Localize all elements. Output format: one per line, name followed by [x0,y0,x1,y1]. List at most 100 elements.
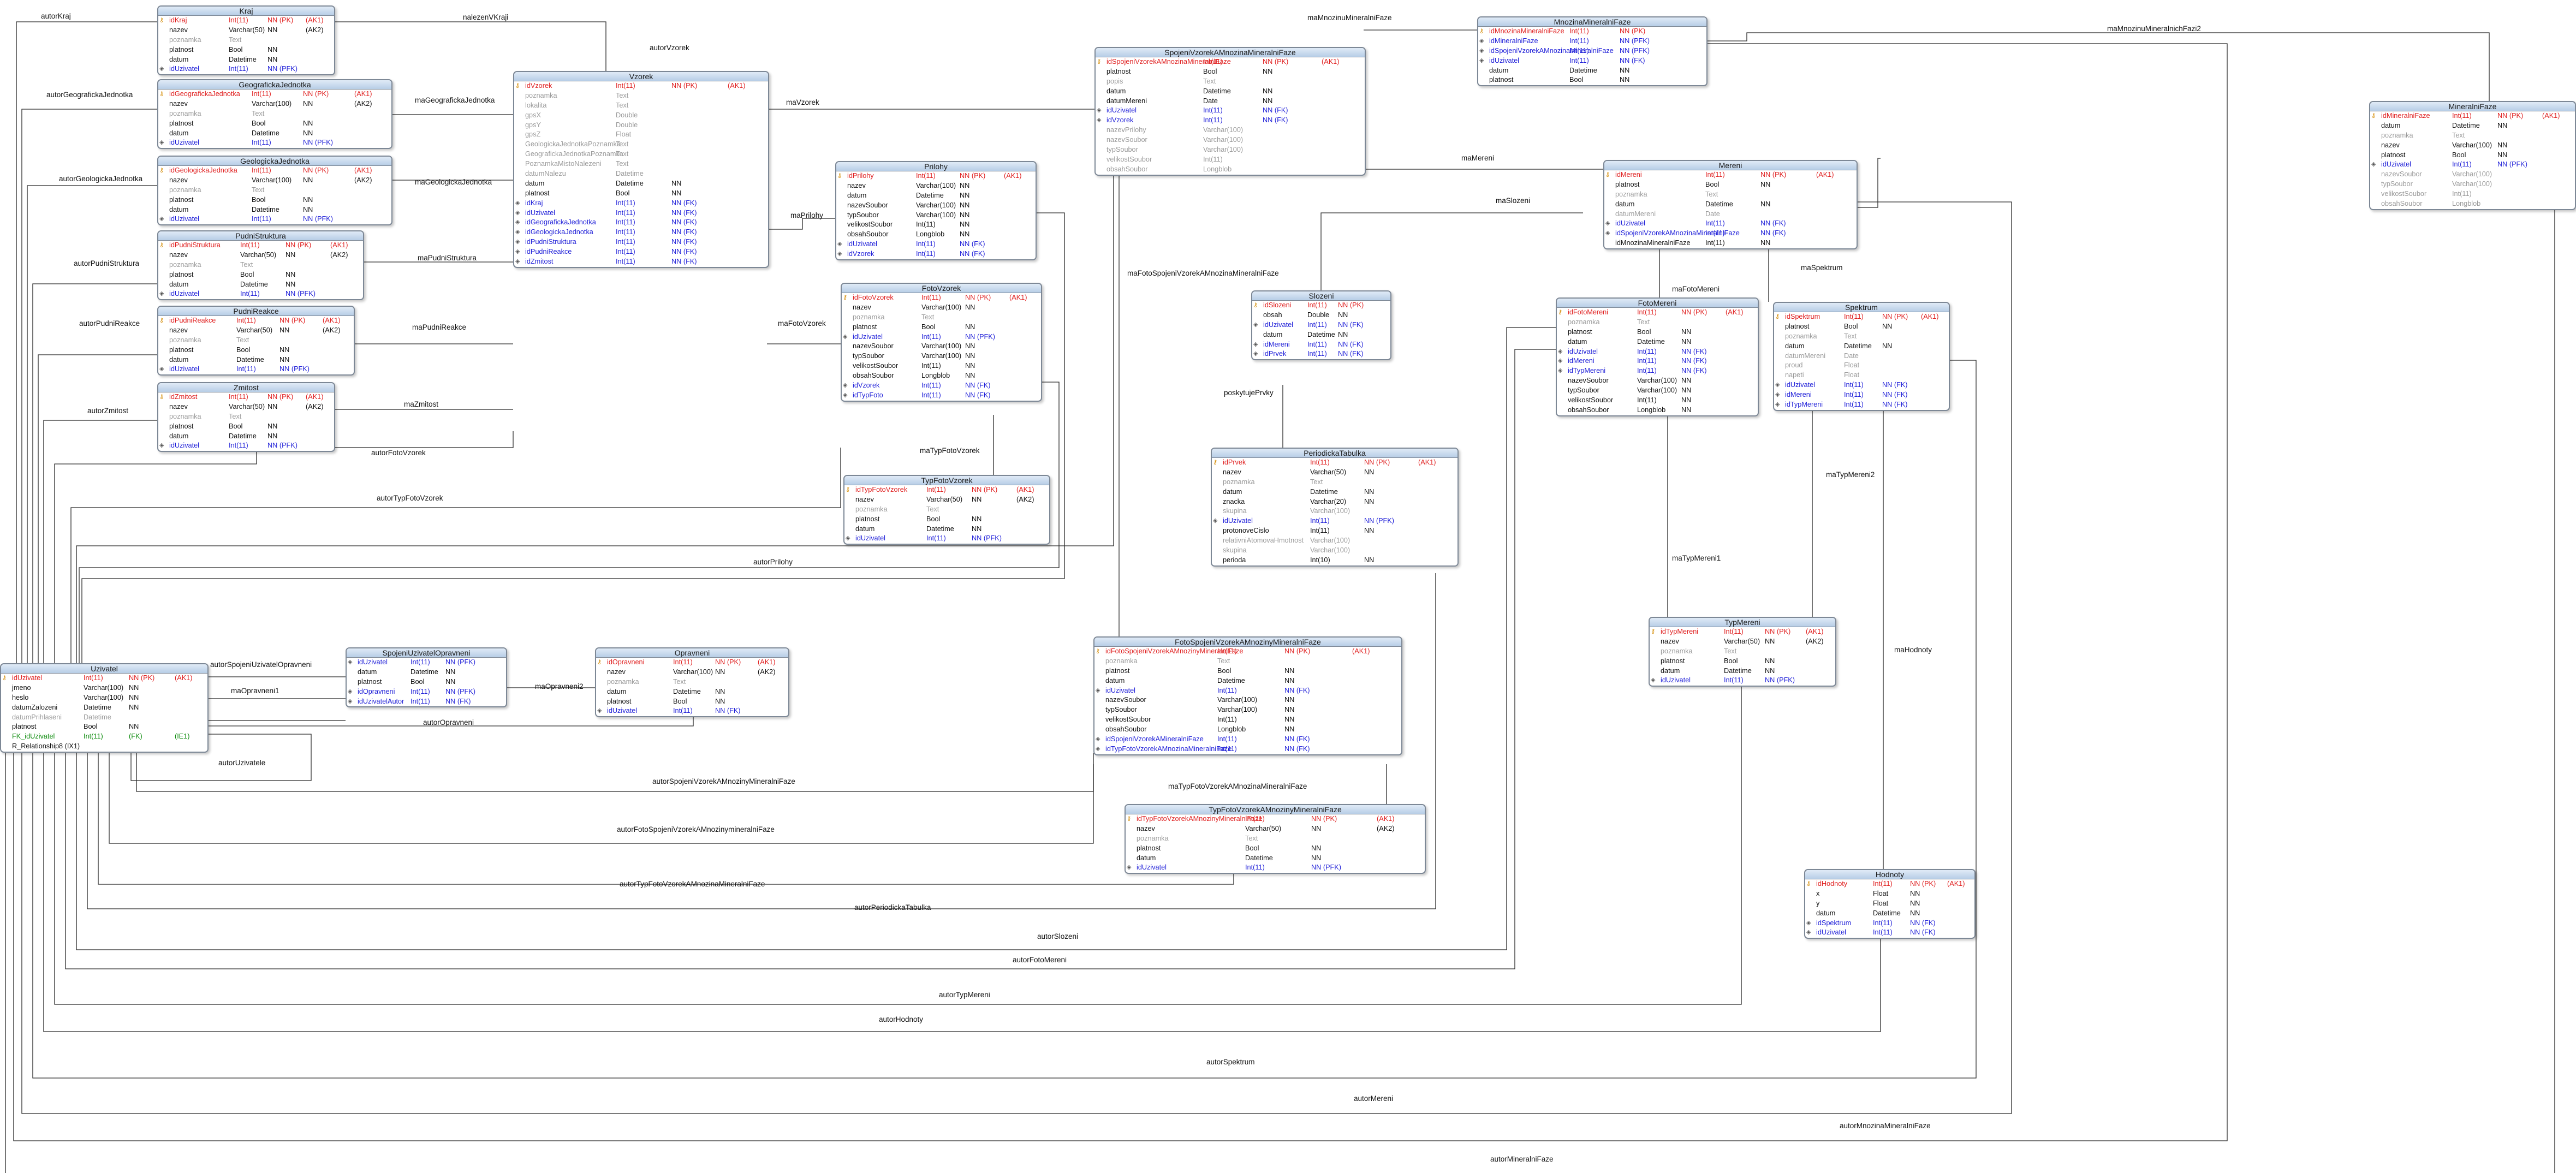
attribute-name: datum [855,525,875,533]
attribute-type: Int(11) [1245,815,1265,823]
entity-kraj[interactable]: Kraj ⚷ idKraj Int(11) NN (PK) (AK1) nazev Varch… [157,5,335,76]
foreign-key-icon: ◈ [1558,348,1563,355]
foreign-key-icon: ◈ [1127,864,1132,871]
relationship-label: maVzorek [786,98,819,106]
entity-typ-foto-spojeni[interactable]: TypFotoVzorekAMnozinyMineralniFaze ⚷ idTyp… [1125,804,1426,874]
attribute-name: platnost [1785,322,1810,330]
entity-vzorek[interactable]: Vzorek ⚷ idVzorek Int(11) NN (PK) (AK1) poznam… [513,71,769,268]
attribute-type: Int(11) [1307,350,1327,358]
attribute-constraint: NN (PFK) [972,534,1002,543]
attribute-row: poznamka Text [158,260,363,270]
entity-typ-mereni[interactable]: TypMereni ⚷ idTypMereni Int(11) NN (PK) (AK1)… [1649,617,1836,687]
attribute-name: datum [525,179,545,187]
attribute-row: ⚷ idKraj Int(11) NN (PK) (AK1) [158,16,334,26]
attribute-constraint: NN (PK) [1681,308,1708,316]
attribute-constraint: NN [1364,497,1375,505]
entity-uzivatel[interactable]: Uzivatel ⚷ idUzivatel Int(11) NN (PK) (AK1) jm… [0,663,209,753]
entity-mereni[interactable]: Mereni ⚷ idMereni Int(11) NN (PK) (AK1) platno… [1603,160,1858,250]
attribute-type: Datetime [229,55,257,63]
attribute-type: Datetime [673,687,701,695]
entity-spojeni-vzorek-mnozina[interactable]: SpojeniVzorekAMnozinaMineralniFaze ⚷ idSpo… [1094,47,1366,176]
attribute-row: datum Datetime NN [1096,87,1365,97]
attribute-name: heslo [12,693,29,701]
entity-pudni-struktura[interactable]: PudniStruktura ⚷ idPudniStruktura Int(11) NN… [157,230,364,301]
attribute-row: ◈ idUzivatel Int(11) NN (FK) [514,209,768,218]
attribute-name: poznamka [607,677,639,686]
attribute-key-group: (AK2) [1806,637,1824,645]
entity-opravneni[interactable]: Opravneni ⚷ idOpravneni Int(11) NN (PK) (AK1)… [595,647,789,718]
entity-hodnoty[interactable]: Hodnoty ⚷ idHodnoty Int(11) NN (PK) (AK1) x Flo… [1804,869,1976,939]
attribute-type: Int(11) [926,534,946,543]
relationship-line [767,218,835,230]
attribute-type: Bool [411,677,425,686]
entity-foto-vzorek[interactable]: FotoVzorek ⚷ idFotoVzorek Int(11) NN (PK) (AK… [841,283,1042,402]
attribute-constraint: NN [1681,337,1692,346]
attribute-constraint: NN (PK) [2497,112,2524,120]
relationship-label: maTypMereni2 [1826,471,1875,479]
attribute-row: ⚷ idPudniStruktura Int(11) NN (PK) (AK1) [158,241,363,251]
attribute-type: Varchar(100) [2452,141,2492,149]
attribute-row: ◈ idUzivatel Int(11) NN (PFK) [158,64,334,74]
entity-zmitost[interactable]: Zmitost ⚷ idZmitost Int(11) NN (PK) (AK1) naze… [157,382,335,452]
attribute-type: Int(11) [1844,381,1864,389]
attribute-row: ◈ idUzivatel Int(11) NN (FK) [596,706,788,716]
entity-geo-oblast[interactable]: GeografickaJednotka ⚷ idGeografickaJednotk… [157,79,392,150]
relationship-line [38,354,157,663]
attribute-type: Float [1844,361,1860,370]
foreign-key-icon: ◈ [1096,687,1100,694]
attribute-name: platnost [169,45,194,53]
attribute-row: ◈ idVzorek Int(11) NN (FK) [836,249,1036,259]
attribute-name: typSoubor [1105,706,1137,714]
attribute-type: Datetime [1310,487,1338,496]
relationship-label: maPudniStruktura [418,254,477,262]
attribute-name: poznamka [1105,657,1138,665]
attribute-type: Int(11) [252,215,271,223]
attribute-constraint: NN (FK) [715,707,741,715]
primary-key-icon: ⚷ [1806,880,1811,887]
attribute-constraint: NN [1338,311,1348,319]
attribute-name: datum [847,191,867,199]
attribute-constraint: NN (FK) [671,258,697,266]
attribute-row: poznamka Text [158,109,391,119]
attribute-type: Int(11) [252,90,271,98]
attribute-name: typSoubor [1568,386,1599,395]
attribute-row: platnost Bool NN [514,189,768,199]
relationship-line [136,753,1094,792]
attribute-name: idGeologickaJednotka [169,166,237,174]
entity-geol-jednotka[interactable]: GeologickaJednotka ⚷ idGeologickaJednotka I… [157,156,392,226]
attribute-constraint: NN [972,495,982,503]
attribute-name: idKraj [169,16,187,24]
attribute-name: idFotoMereni [1568,308,1609,316]
entity-pudni-reakce[interactable]: PudniReakce ⚷ idPudniReakce Int(11) NN (PK) (… [157,306,355,376]
entity-mnozina-mineralni-faze[interactable]: MnozinaMineralniFaze ⚷ idMnozinaMineralniF… [1477,16,1708,87]
entity-typ-foto-vzorek[interactable]: TypFotoVzorek ⚷ idTypFotoVzorek Int(11) NN (… [843,475,1050,545]
attribute-constraint: NN (PK) [303,90,329,98]
attribute-row: nazev Varchar(100) NN [836,181,1036,191]
attribute-type: Int(11) [921,382,941,390]
primary-key-icon: ⚷ [846,486,850,493]
entity-spojeni-uzivatel-opravneni[interactable]: SpojeniUzivatelOpravneni ◈ idUzivatel Int(1… [346,647,507,708]
attribute-row: datum Datetime NN [158,355,354,365]
attribute-name: popis [1106,77,1123,85]
attribute-type: Bool [1203,67,1217,75]
attribute-name: nazevSoubor [2381,170,2422,178]
attribute-constraint: NN (FK) [1910,928,1936,937]
attribute-type: Datetime [616,170,644,178]
foreign-key-icon: ◈ [1479,47,1484,54]
entity-foto-spojeni[interactable]: FotoSpojeniVzorekAMnozinyMineralniFaze ⚷ i… [1093,636,1402,755]
entity-prilohy[interactable]: Prilohy ⚷ idPrilohy Int(11) NN (PK) (AK1) naze… [835,161,1037,261]
attribute-constraint: NN [1364,527,1375,535]
entity-mineralni-faze[interactable]: MineralniFaze ⚷ idMineralniFaze Int(11) NN (… [2369,101,2576,210]
attribute-name: nazev [169,402,188,410]
attribute-name: idMineralniFaze [2381,112,2430,120]
attribute-type: Varchar(100) [1217,696,1258,704]
entity-foto-mereni[interactable]: FotoMereni ⚷ idFotoMereni Int(11) NN (PK) (AK… [1556,297,1759,416]
entity-slozeni[interactable]: Slozeni ⚷ idSlozeni Int(11) NN (PK) obsah Doub… [1251,290,1391,361]
entity-periodicka-tabulka[interactable]: PeriodickaTabulka ⚷ idPrvek Int(11) NN (PK) (… [1211,448,1459,567]
attribute-row: heslo Varchar(100) NN [1,693,207,703]
entity-spektrum[interactable]: Spektrum ⚷ idSpektrum Int(11) NN (PK) (AK1) pl… [1773,302,1950,411]
attribute-name: typSoubor [2381,180,2413,188]
attribute-constraint: NN [960,191,970,199]
attribute-row: poznamka Text [1650,647,1835,657]
attribute-name: idMnozinaMineralniFaze [1489,27,1564,35]
